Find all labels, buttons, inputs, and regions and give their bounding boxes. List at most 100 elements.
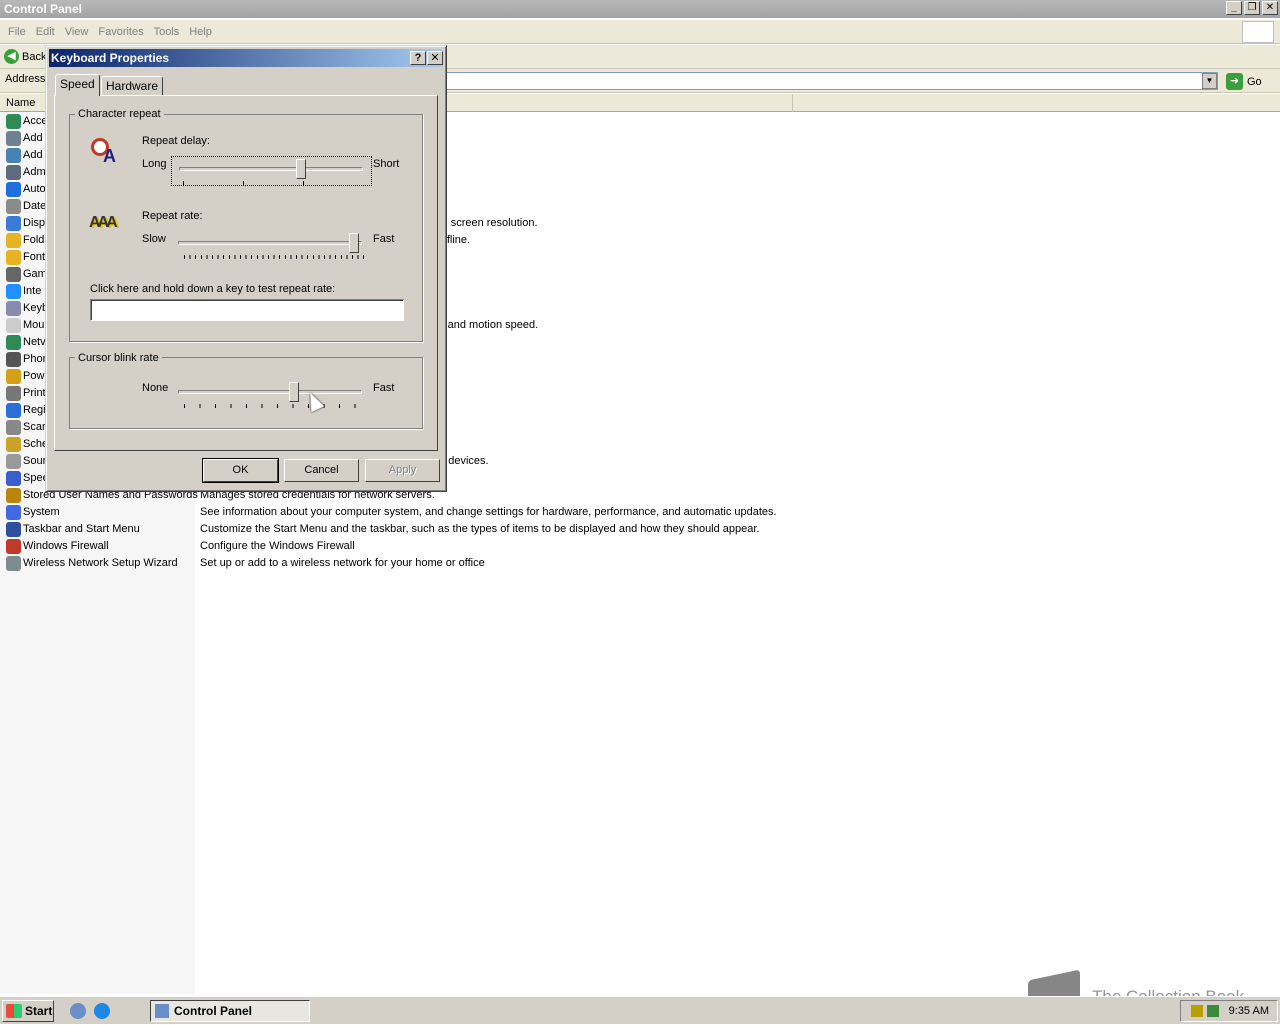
tray-security-icon[interactable] (1206, 1005, 1219, 1017)
repeat-rate-ticks (184, 255, 364, 259)
help-button[interactable]: ? (410, 51, 426, 65)
repeat-rate-icon: AAA (89, 214, 118, 231)
item-icon (6, 420, 21, 435)
repeat-rate-min-label: Slow (142, 233, 166, 245)
item-icon (6, 131, 21, 146)
character-repeat-label: Character repeat (75, 108, 164, 120)
dialog-title-bar[interactable]: Keyboard Properties (49, 49, 443, 67)
item-name[interactable]: Inte (23, 283, 41, 300)
close-button[interactable]: ✕ (1262, 1, 1278, 15)
item-name[interactable]: Phor (23, 351, 46, 368)
item-name[interactable]: Adm (23, 164, 46, 181)
item-icon (6, 148, 21, 163)
item-icon (6, 522, 21, 537)
menu-help[interactable]: Help (189, 26, 212, 38)
repeat-rate-slider[interactable] (171, 231, 372, 261)
tab-speed[interactable]: Speed (55, 74, 100, 96)
item-name[interactable]: Sour (23, 453, 46, 470)
item-name[interactable]: Wireless Network Setup Wizard (23, 555, 178, 572)
window-title: Control Panel (4, 2, 83, 16)
item-icon (6, 335, 21, 350)
address-input[interactable] (446, 72, 1218, 90)
ok-button[interactable]: OK (202, 458, 279, 483)
item-icon (6, 539, 21, 554)
test-repeat-label: Click here and hold down a key to test r… (90, 283, 336, 295)
item-name[interactable]: Add (23, 147, 43, 164)
item-name[interactable]: Acce (23, 113, 47, 130)
taskbar-control-panel[interactable]: Control Panel (150, 1000, 310, 1022)
repeat-delay-slider[interactable] (171, 156, 372, 186)
apply-button[interactable]: Apply (365, 459, 440, 482)
cursor-blink-max-label: Fast (373, 382, 395, 394)
start-button[interactable]: Start (2, 1000, 54, 1022)
menu-edit[interactable]: Edit (36, 26, 55, 38)
item-icon (6, 386, 21, 401)
item-icon (6, 216, 21, 231)
item-name[interactable]: Pow (23, 368, 44, 385)
windows-logo-icon (1242, 21, 1274, 43)
repeat-rate-thumb[interactable] (348, 233, 359, 253)
address-label: Address (5, 73, 46, 85)
repeat-rate-label: Repeat rate: (142, 210, 203, 222)
item-name[interactable]: Mou (23, 317, 44, 334)
item-icon (6, 114, 21, 129)
item-name[interactable]: System (23, 504, 60, 521)
item-icon (6, 165, 21, 180)
test-repeat-input[interactable] (90, 299, 404, 321)
item-icon (6, 182, 21, 197)
clock[interactable]: 9:35 AM (1229, 1005, 1269, 1017)
list-item[interactable]: System See information about your compute… (0, 504, 800, 521)
repeat-delay-track (179, 167, 363, 171)
list-item[interactable]: Taskbar and Start Menu Customize the Star… (0, 521, 800, 538)
item-name[interactable]: Fold (23, 232, 44, 249)
item-name[interactable]: Gam (23, 266, 47, 283)
cancel-button[interactable]: Cancel (284, 459, 359, 482)
menu-favorites[interactable]: Favorites (98, 26, 143, 38)
dialog-close-button[interactable]: ✕ (427, 51, 443, 65)
menu-view[interactable]: View (65, 26, 89, 38)
address-dropdown-icon[interactable]: ▼ (1202, 73, 1217, 89)
item-name[interactable]: Windows Firewall (23, 538, 109, 555)
repeat-delay-thumb[interactable] (295, 159, 306, 179)
item-name[interactable]: Scar (23, 419, 46, 436)
item-name[interactable]: Add (23, 130, 43, 147)
menu-file[interactable]: File (8, 26, 26, 38)
menu-bar: File Edit View Favorites Tools Help (0, 20, 1280, 44)
item-icon (6, 318, 21, 333)
go-button[interactable]: ➜ Go (1226, 72, 1276, 91)
item-name[interactable]: Netv (23, 334, 46, 351)
menu-tools[interactable]: Tools (154, 26, 180, 38)
item-icon (6, 471, 21, 486)
tab-hardware[interactable]: Hardware (101, 76, 164, 96)
cursor-blink-thumb[interactable] (289, 382, 300, 402)
item-description: Set up or add to a wireless network for … (200, 557, 485, 569)
cursor-blink-track (178, 390, 362, 394)
cursor-blink-slider[interactable] (171, 380, 372, 410)
tray-network-icon[interactable] (1190, 1005, 1203, 1017)
cursor-blink-ticks (184, 404, 364, 408)
back-button[interactable]: ◀ Back (4, 49, 46, 64)
quicklaunch-desktop-icon[interactable] (70, 1003, 86, 1019)
restore-button[interactable]: ❐ (1244, 1, 1260, 15)
item-name[interactable]: Auto (23, 181, 46, 198)
item-name[interactable]: Disp (23, 215, 45, 232)
item-name[interactable]: Regi (23, 402, 46, 419)
item-icon (6, 284, 21, 299)
quicklaunch-ie-icon[interactable] (94, 1003, 110, 1019)
windows-flag-icon (6, 1004, 22, 1018)
minimize-button[interactable]: _ (1226, 1, 1242, 15)
go-label: Go (1247, 75, 1262, 88)
list-item[interactable]: Wireless Network Setup Wizard Set up or a… (0, 555, 800, 572)
item-name[interactable]: Font (23, 249, 45, 266)
item-icon (6, 488, 21, 503)
item-name[interactable]: Taskbar and Start Menu (23, 521, 140, 538)
window-title-bar[interactable]: Control Panel _ ❐ ✕ (0, 0, 1280, 18)
item-icon (6, 267, 21, 282)
list-item[interactable]: Windows Firewall Configure the Windows Fi… (0, 538, 800, 555)
repeat-delay-label: Repeat delay: (142, 135, 210, 147)
dialog-title: Keyboard Properties (51, 51, 170, 65)
taskbar-control-panel-label: Control Panel (174, 1004, 253, 1018)
item-icon (6, 352, 21, 367)
item-name[interactable]: Date (23, 198, 46, 215)
item-name[interactable]: Print (23, 385, 46, 402)
